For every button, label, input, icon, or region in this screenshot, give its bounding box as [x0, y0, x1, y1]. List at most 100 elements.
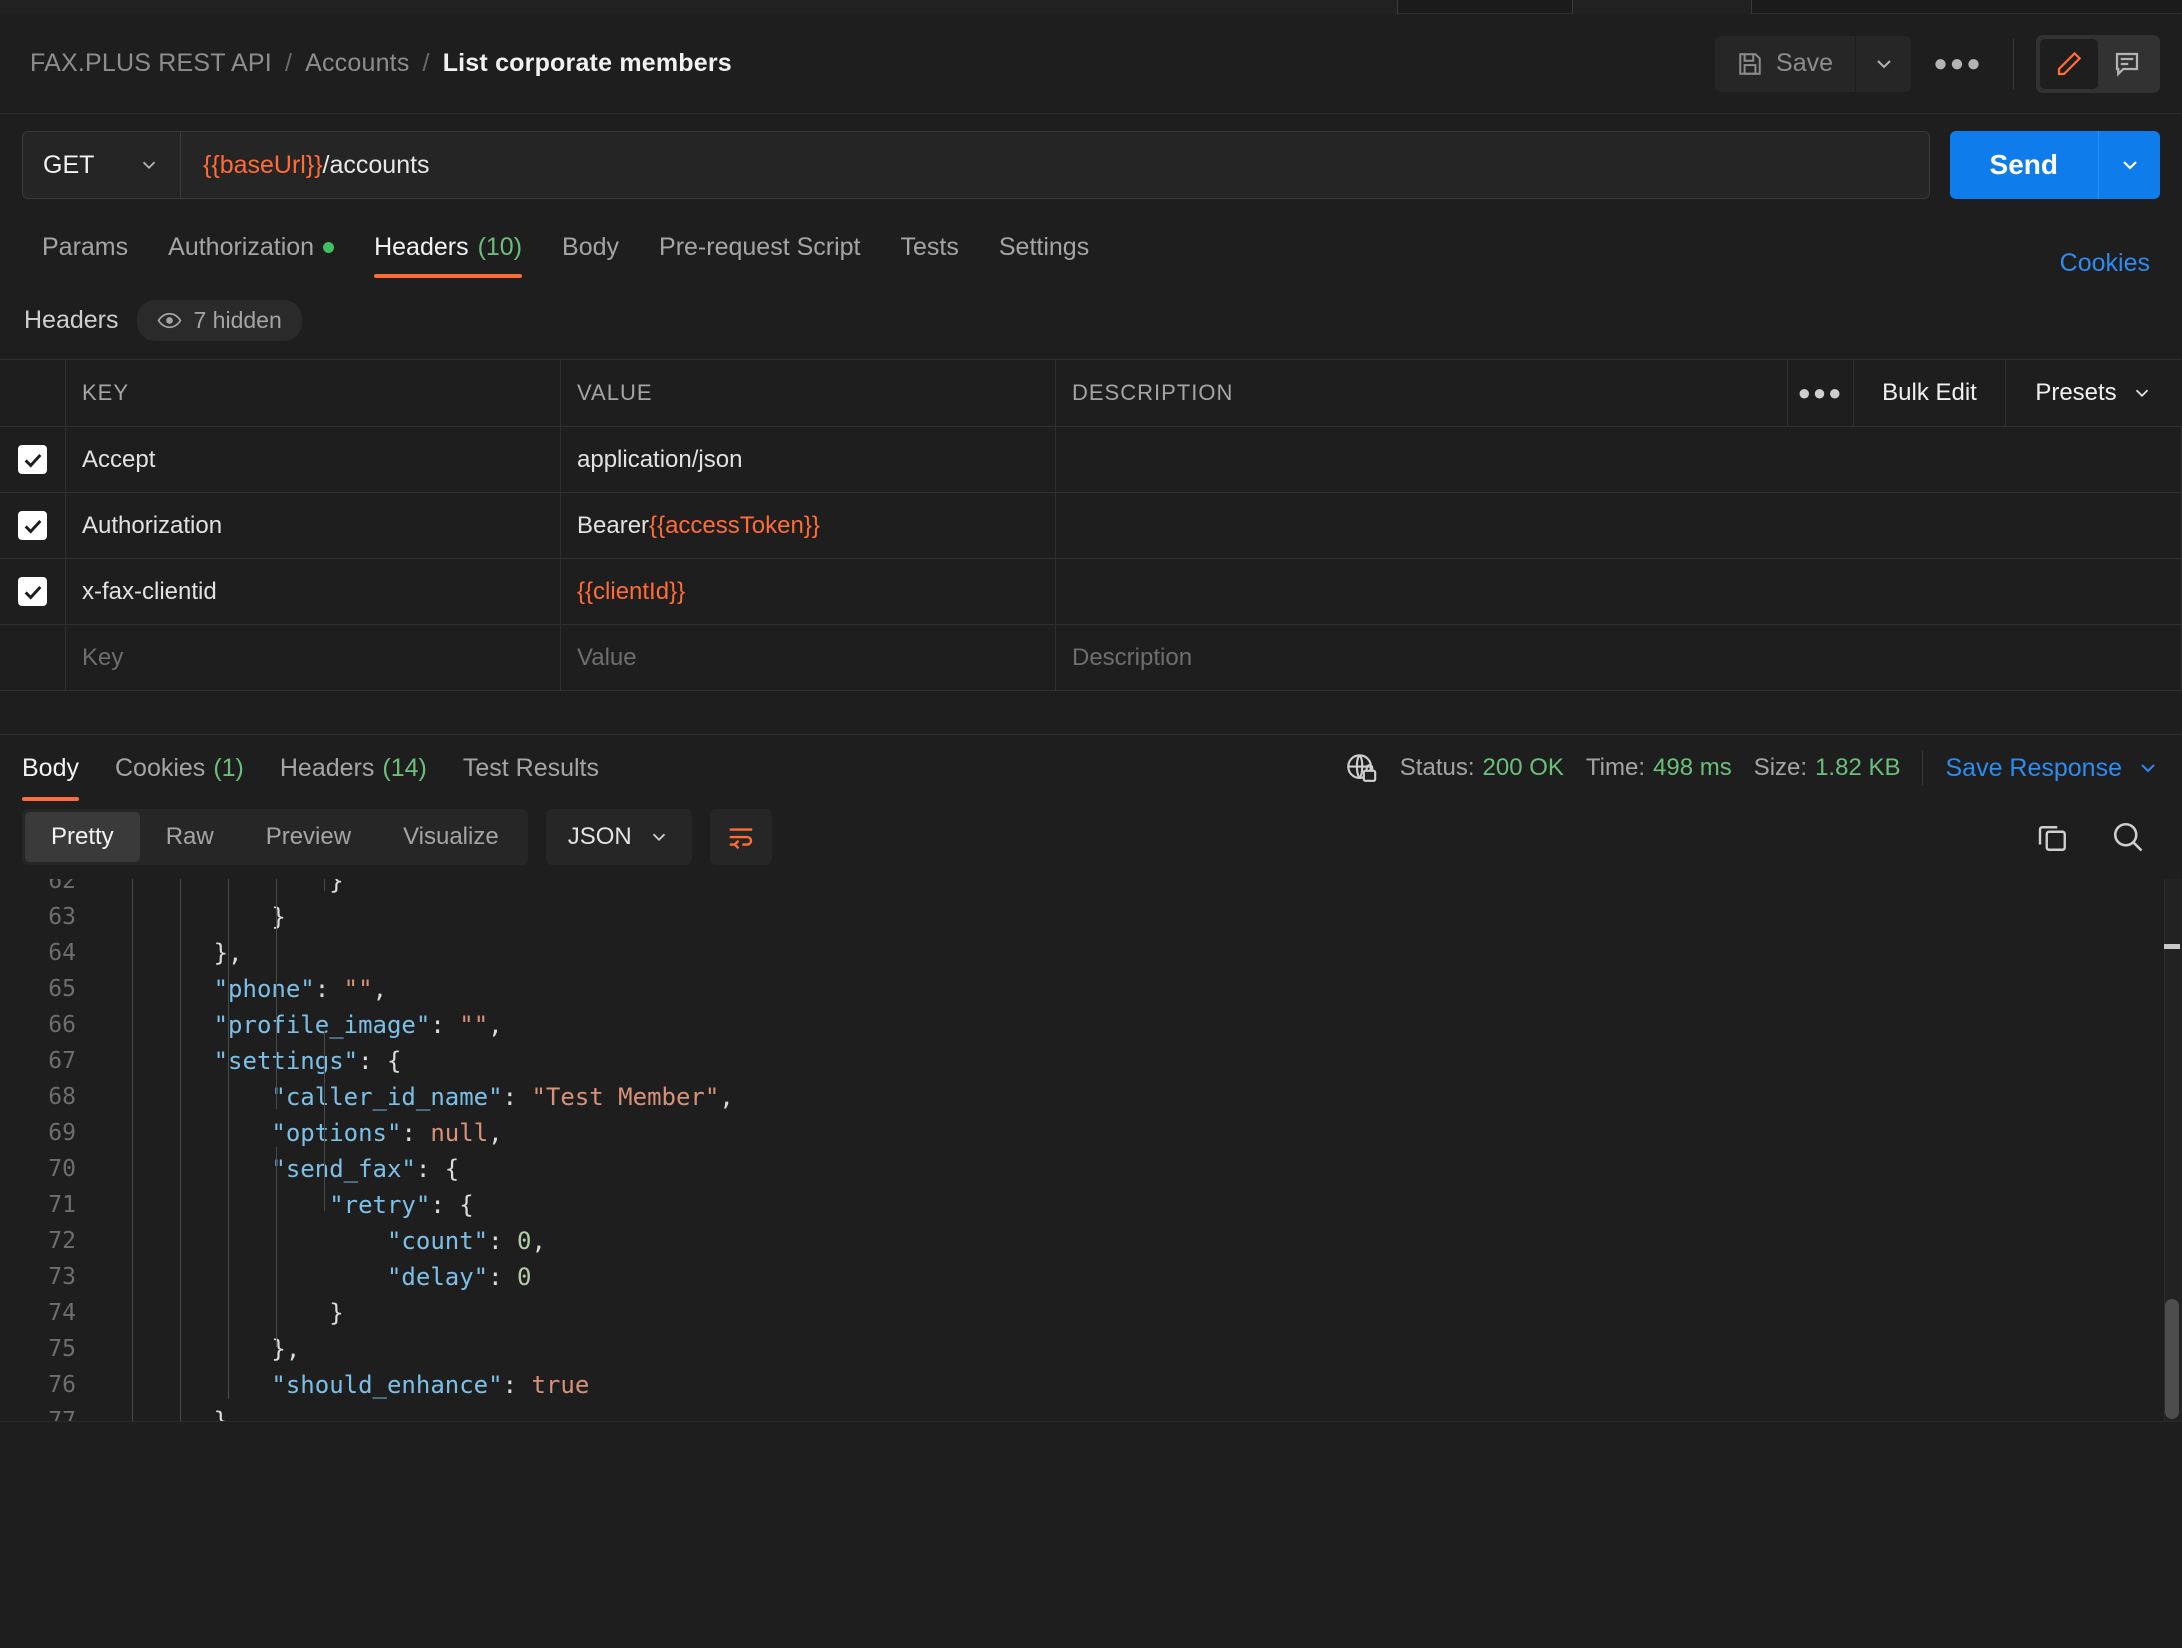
row-checkbox[interactable]: [0, 427, 66, 492]
code-line: 62 }: [0, 879, 2182, 899]
word-wrap-button[interactable]: [709, 809, 772, 865]
url-input[interactable]: {{baseUrl}}/accounts: [181, 151, 1929, 180]
format-label: JSON: [567, 823, 632, 850]
response-tab-headers[interactable]: Headers (14): [262, 735, 445, 801]
more-actions-button[interactable]: ●●●: [1925, 36, 1991, 92]
horizontal-scrollbar[interactable]: [0, 1421, 2182, 1431]
tab-authorization[interactable]: Authorization: [148, 216, 354, 278]
code-token: "send_fax": [271, 1155, 416, 1183]
response-format-selector[interactable]: JSON: [545, 809, 692, 865]
search-icon[interactable]: [2110, 819, 2146, 855]
header-key[interactable]: x-fax-clientid: [66, 559, 561, 624]
tab-label: Headers: [374, 232, 469, 261]
code-line: 64 },: [0, 935, 2182, 971]
code-line: 67 "settings": {: [0, 1043, 2182, 1079]
view-mode-preview[interactable]: Preview: [240, 812, 377, 862]
header-description[interactable]: [1056, 559, 2182, 624]
table-options-button[interactable]: ●●●: [1788, 360, 1854, 426]
row-checkbox[interactable]: [0, 493, 66, 558]
header-value[interactable]: {{clientId}}: [561, 559, 1056, 624]
tab-fragment-right[interactable]: [1572, 0, 1752, 14]
table-row[interactable]: Accept application/json: [0, 427, 2182, 493]
response-body-viewer[interactable]: 62 } 63 } 64 }, 65 "phone": "", 66 "profile_…: [0, 879, 2182, 1431]
header-value[interactable]: application/json: [561, 427, 1056, 492]
header-description[interactable]: [1056, 427, 2182, 492]
save-options-button[interactable]: [1855, 35, 1911, 92]
new-header-description-input[interactable]: Description: [1056, 625, 2182, 690]
header-description[interactable]: [1056, 493, 2182, 558]
tab-fragment-left[interactable]: [0, 0, 1398, 14]
tab-headers[interactable]: Headers (10): [354, 216, 542, 278]
tab-settings[interactable]: Settings: [979, 216, 1109, 278]
chevron-down-icon: [2118, 153, 2142, 177]
send-button[interactable]: Send: [1949, 131, 2098, 199]
tab-label: Settings: [998, 232, 1090, 261]
line-number: 71: [48, 1192, 76, 1218]
url-bar: GET {{baseUrl}}/accounts: [22, 131, 1930, 199]
code-text: "should_enhance": true: [98, 1367, 2182, 1403]
view-mode-visualize[interactable]: Visualize: [377, 812, 525, 862]
header-key[interactable]: Accept: [66, 427, 561, 492]
scrollbar-thumb[interactable]: [2165, 1299, 2179, 1419]
send-options-button[interactable]: [2098, 131, 2160, 199]
globe-lock-icon[interactable]: [1344, 751, 1378, 785]
table-row-empty[interactable]: Key Value Description: [0, 625, 2182, 691]
new-header-key-input[interactable]: Key: [66, 625, 561, 690]
chevron-down-icon: [648, 826, 670, 848]
response-tab-body[interactable]: Body: [22, 735, 97, 801]
size-value: 1.82 KB: [1815, 754, 1901, 781]
cookies-link[interactable]: Cookies: [2060, 249, 2160, 278]
tab-params[interactable]: Params: [22, 216, 148, 278]
breadcrumb-folder[interactable]: Accounts: [305, 49, 409, 78]
response-tab-test-results[interactable]: Test Results: [445, 735, 617, 801]
url-bar-row: GET {{baseUrl}}/accounts Send: [0, 114, 2182, 216]
save-response-button[interactable]: Save Response: [1945, 754, 2160, 783]
chevron-down-icon: [138, 154, 160, 176]
view-mode-pretty[interactable]: Pretty: [25, 812, 140, 862]
line-number: 69: [48, 1120, 76, 1146]
checkbox-checked-icon: [18, 577, 47, 606]
code-line: 68 "caller_id_name": "Test Member",: [0, 1079, 2182, 1115]
select-all-cell[interactable]: [0, 360, 66, 426]
table-row[interactable]: Authorization Bearer {{accessToken}}: [0, 493, 2182, 559]
header-key[interactable]: Authorization: [66, 493, 561, 558]
response-pane-divider[interactable]: [0, 691, 2182, 735]
workspace-tab-strip[interactable]: [0, 0, 2182, 14]
line-number: 65: [48, 976, 76, 1002]
new-header-value-input[interactable]: Value: [561, 625, 1056, 690]
vertical-scrollbar[interactable]: [2164, 879, 2182, 1431]
breadcrumb: FAX.PLUS REST API / Accounts / List corp…: [30, 49, 1715, 78]
save-button-label: Save: [1776, 49, 1833, 77]
line-number: 73: [48, 1264, 76, 1290]
breadcrumb-request[interactable]: List corporate members: [443, 49, 732, 78]
headers-table: KEY VALUE DESCRIPTION ●●● Bulk Edit Pres…: [0, 359, 2182, 691]
method-selector[interactable]: GET: [23, 132, 181, 198]
row-checkbox[interactable]: [0, 559, 66, 624]
table-row[interactable]: x-fax-clientid {{clientId}}: [0, 559, 2182, 625]
tab-tests[interactable]: Tests: [881, 216, 979, 278]
response-tab-cookies[interactable]: Cookies (1): [97, 735, 262, 801]
presets-button[interactable]: Presets: [2006, 360, 2182, 426]
code-line: 63 }: [0, 899, 2182, 935]
row-checkbox-empty[interactable]: [0, 625, 66, 690]
tab-label: Headers: [279, 753, 375, 782]
divider: [1922, 751, 1924, 785]
bulk-edit-button[interactable]: Bulk Edit: [1854, 360, 2006, 426]
copy-icon[interactable]: [2034, 819, 2070, 855]
edit-mode-button[interactable]: [2040, 38, 2098, 89]
tab-pre-request-script[interactable]: Pre-request Script: [639, 216, 880, 278]
code-token: "count": [386, 1227, 489, 1255]
save-button[interactable]: Save: [1715, 35, 1855, 92]
code-line: 72 "count": 0,: [0, 1223, 2182, 1259]
header-value-variable: {{clientId}}: [577, 577, 686, 605]
comment-button[interactable]: [2098, 39, 2156, 89]
tab-body[interactable]: Body: [542, 216, 639, 278]
breadcrumb-collection[interactable]: FAX.PLUS REST API: [30, 49, 272, 78]
view-mode-raw[interactable]: Raw: [140, 812, 240, 862]
hidden-headers-badge[interactable]: 7 hidden: [136, 300, 302, 341]
line-number: 66: [48, 1012, 76, 1038]
header-value[interactable]: Bearer {{accessToken}}: [561, 493, 1056, 558]
line-number: 72: [48, 1228, 76, 1254]
checkbox-checked-icon: [18, 511, 47, 540]
save-button-group[interactable]: Save: [1715, 35, 1911, 92]
